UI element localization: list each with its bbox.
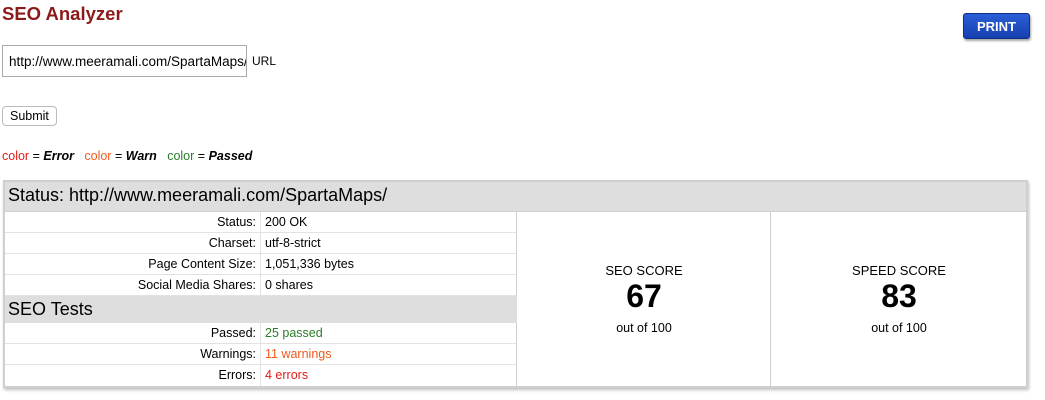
status-row: Status: 200 OK [5, 212, 517, 233]
color-legend: color = Error color = Warn color = Passe… [2, 149, 252, 163]
social-shares-row-value: 0 shares [265, 278, 313, 292]
seo-score-cell: SEO SCORE 67 out of 100 [518, 212, 771, 386]
passed-row: Passed: 25 passed [5, 323, 517, 344]
passed-row-label: Passed: [5, 323, 261, 344]
legend-warn-color: color [84, 149, 112, 163]
results-panel: Status: http://www.meeramali.com/SpartaM… [3, 180, 1028, 388]
details-column: Status: 200 OK Charset: utf-8-strict Pag… [5, 212, 517, 386]
social-shares-row: Social Media Shares: 0 shares [5, 275, 517, 296]
legend-error-color: color [2, 149, 30, 163]
content-size-row-label: Page Content Size: [5, 254, 261, 275]
legend-passed-color: color [167, 149, 195, 163]
seo-score-label: SEO SCORE [605, 263, 683, 278]
seo-tests-heading: SEO Tests [5, 296, 517, 323]
legend-equals: = [32, 149, 40, 163]
legend-warn-key: Warn [125, 149, 157, 163]
url-label: URL [252, 54, 277, 68]
warnings-row: Warnings: 11 warnings [5, 344, 517, 365]
print-button[interactable]: PRINT [963, 13, 1030, 39]
charset-row-label: Charset: [5, 233, 261, 254]
passed-row-value: 25 passed [265, 326, 323, 340]
legend-equals: = [197, 149, 206, 163]
speed-score-sub: out of 100 [871, 321, 927, 335]
legend-passed-key: Passed [208, 149, 253, 163]
status-row-label: Status: [5, 212, 261, 233]
speed-score-cell: SPEED SCORE 83 out of 100 [772, 212, 1026, 386]
speed-score-value: 83 [881, 278, 917, 314]
url-input[interactable]: http://www.meeramali.com/SpartaMaps/ [2, 45, 247, 77]
status-row-value: 200 OK [265, 215, 308, 229]
charset-row: Charset: utf-8-strict [5, 233, 517, 254]
seo-score-sub: out of 100 [616, 321, 672, 335]
content-size-row-value: 1,051,336 bytes [265, 257, 354, 271]
warnings-row-value: 11 warnings [265, 347, 332, 361]
speed-score-label: SPEED SCORE [852, 263, 946, 278]
errors-row-value: 4 errors [265, 368, 309, 382]
errors-row: Errors: 4 errors [5, 365, 517, 386]
status-heading: Status: http://www.meeramali.com/SpartaM… [5, 182, 1026, 212]
charset-row-value: utf-8-strict [265, 236, 321, 250]
legend-equals: = [114, 149, 123, 163]
errors-row-label: Errors: [5, 365, 261, 386]
social-shares-row-label: Social Media Shares: [5, 275, 261, 296]
legend-error-key: Error [43, 149, 74, 163]
content-size-row: Page Content Size: 1,051,336 bytes [5, 254, 517, 275]
page-title: SEO Analyzer [2, 3, 123, 24]
submit-button[interactable]: Submit [2, 106, 57, 126]
results-body: Status: 200 OK Charset: utf-8-strict Pag… [5, 212, 1026, 386]
warnings-row-label: Warnings: [5, 344, 261, 365]
seo-score-value: 67 [626, 278, 662, 314]
